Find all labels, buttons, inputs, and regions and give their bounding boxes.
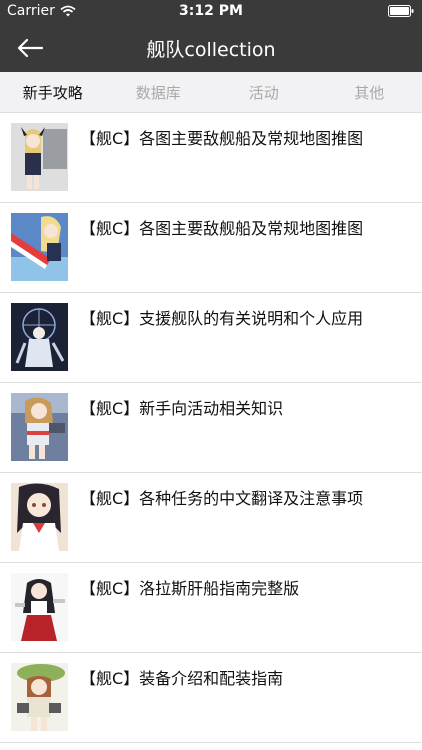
list-item[interactable]: 【舰C】支援舰队的有关说明和个人应用 [0, 293, 422, 383]
article-title: 【舰C】洛拉斯肝船指南完整版 [80, 579, 300, 598]
article-title: 【舰C】支援舰队的有关说明和个人应用 [80, 309, 364, 328]
tab-other[interactable]: 其他 [317, 72, 422, 112]
article-title: 【舰C】装备介绍和配装指南 [80, 669, 284, 688]
article-thumbnail [11, 483, 68, 551]
list-item[interactable]: 【舰C】各种任务的中文翻译及注意事项 [0, 473, 422, 563]
tab-beginner-guide[interactable]: 新手攻略 [0, 72, 106, 112]
article-thumbnail [11, 213, 68, 281]
article-list: 【舰C】各图主要敌舰船及常规地图推图 【舰C】各图主要敌舰船及常规地图推图 【舰… [0, 113, 422, 743]
arrow-left-icon [17, 38, 44, 58]
screen: Carrier 3:12 PM 舰队collection 新手攻略 数据库 活动… [0, 0, 422, 750]
article-thumbnail [11, 663, 68, 731]
battery-icon [388, 5, 414, 17]
list-item[interactable]: 【舰C】新手向活动相关知识 [0, 383, 422, 473]
page-title: 舰队collection [146, 39, 276, 61]
tab-events[interactable]: 活动 [211, 72, 317, 112]
tab-database[interactable]: 数据库 [106, 72, 212, 112]
article-thumbnail [11, 123, 68, 191]
list-item[interactable]: 【舰C】各图主要敌舰船及常规地图推图 [0, 113, 422, 203]
article-thumbnail [11, 393, 68, 461]
back-button[interactable] [12, 32, 48, 64]
article-thumbnail [11, 573, 68, 641]
article-title: 【舰C】各图主要敌舰船及常规地图推图 [80, 219, 364, 238]
tab-bar: 新手攻略 数据库 活动 其他 [0, 72, 422, 113]
article-title: 【舰C】各种任务的中文翻译及注意事项 [80, 489, 364, 508]
status-bar: Carrier 3:12 PM [0, 0, 422, 24]
nav-bar: 舰队collection [0, 24, 422, 72]
list-item[interactable]: 【舰C】各图主要敌舰船及常规地图推图 [0, 203, 422, 293]
list-item[interactable]: 【舰C】装备介绍和配装指南 [0, 653, 422, 743]
article-title: 【舰C】各图主要敌舰船及常规地图推图 [80, 129, 364, 148]
article-thumbnail [11, 303, 68, 371]
list-item[interactable]: 【舰C】洛拉斯肝船指南完整版 [0, 563, 422, 653]
article-title: 【舰C】新手向活动相关知识 [80, 399, 284, 418]
status-time: 3:12 PM [179, 3, 243, 19]
